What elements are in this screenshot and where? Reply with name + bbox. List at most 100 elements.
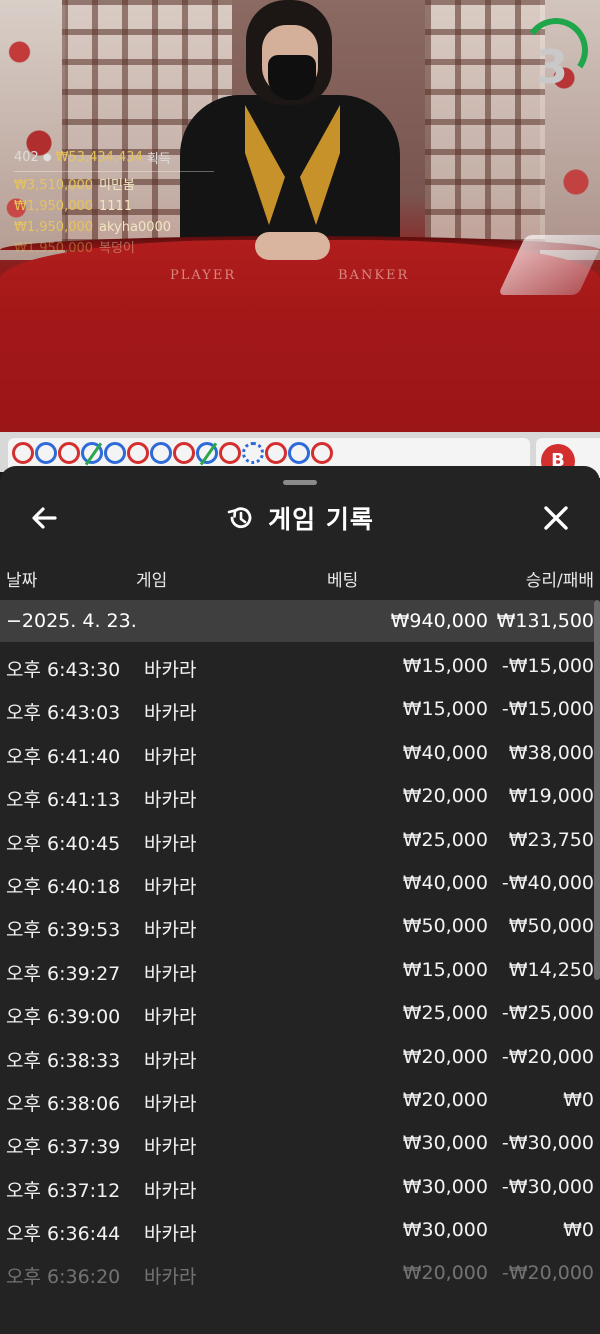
winner-row: ₩1,950,000 복덩이 — [14, 238, 214, 259]
row-bet: ₩40,000 — [402, 871, 488, 894]
bead-player-tie — [196, 442, 218, 464]
winner-row: ₩1,950,000 akyha0000 — [14, 217, 214, 238]
row-time: 오후 6:40:45 — [6, 832, 121, 855]
winner-name: akyha0000 — [99, 220, 172, 235]
winner-amount: ₩1,950,000 — [14, 220, 94, 235]
live-dealer-video: PLAYER BANKER 402 ● ₩53,434,434 획득 ₩3,51… — [0, 0, 600, 432]
date-group-header[interactable]: −2025. 4. 23. ₩940,000 ₩131,500 — [0, 600, 594, 642]
history-row[interactable]: 오후 6:40:45 바카라 ₩25,000 ₩23,750 — [0, 818, 594, 861]
row-bet: ₩20,000 — [402, 1088, 488, 1111]
row-result: -₩20,000 — [501, 1045, 594, 1068]
row-bet: ₩20,000 — [402, 785, 488, 808]
winner-row: ₩3,510,000 미민봄 — [14, 175, 214, 196]
winners-overlay: 402 ● ₩53,434,434 획득 ₩3,510,000 미민봄 ₩1,95… — [14, 148, 214, 259]
row-time: 오후 6:43:30 — [6, 659, 121, 681]
row-result: -₩15,000 — [501, 698, 594, 721]
row-result: ₩0 — [563, 1088, 594, 1111]
bead-player — [288, 442, 310, 464]
total-winnings: ₩53,434,434 — [55, 150, 143, 165]
winner-amount: ₩1,950,000 — [14, 199, 94, 214]
history-row[interactable]: 오후 6:43:30 바카라 ₩15,000 -₩15,000 — [0, 644, 594, 687]
row-bet: ₩40,000 — [402, 741, 488, 764]
column-header-result: 승리/패배 — [525, 571, 594, 591]
bead-player — [104, 442, 126, 464]
close-button[interactable] — [536, 498, 576, 538]
row-game: 바카라 — [144, 789, 197, 812]
history-row[interactable]: 오후 6:38:33 바카라 ₩20,000 -₩20,000 — [0, 1035, 594, 1078]
history-row[interactable]: 오후 6:40:18 바카라 ₩40,000 -₩40,000 — [0, 861, 594, 904]
row-result: ₩14,250 — [508, 958, 594, 981]
row-result: -₩30,000 — [501, 1132, 594, 1155]
row-result: ₩38,000 — [508, 741, 594, 764]
scrollbar[interactable] — [594, 600, 600, 980]
winner-row: ₩1,950,000 1111 — [14, 196, 214, 217]
column-header-date: 날짜 — [6, 571, 38, 591]
history-row[interactable]: 오후 6:39:27 바카라 ₩15,000 ₩14,250 — [0, 948, 594, 991]
winner-name: 복덩이 — [99, 241, 135, 256]
sheet-title: 게임 기록 — [268, 505, 374, 534]
row-bet: ₩30,000 — [402, 1219, 488, 1242]
row-game: 바카라 — [144, 919, 197, 942]
felt-label-banker: BANKER — [338, 268, 410, 283]
row-bet: ₩20,000 — [402, 1045, 488, 1068]
row-time: 오후 6:39:00 — [6, 1006, 121, 1029]
date-group-label: −2025. 4. 23. — [6, 610, 137, 632]
history-row[interactable]: 오후 6:36:44 바카라 ₩30,000 ₩0 — [0, 1208, 594, 1251]
row-result: ₩23,750 — [508, 828, 594, 851]
dealer-hands — [255, 232, 330, 260]
row-bet: ₩25,000 — [402, 1002, 488, 1025]
row-bet: ₩20,000 — [402, 1262, 488, 1285]
row-time: 오후 6:43:03 — [6, 702, 121, 725]
row-bet: ₩15,000 — [402, 698, 488, 721]
row-game: 바카라 — [144, 1179, 197, 1202]
history-row[interactable]: 오후 6:39:53 바카라 ₩50,000 ₩50,000 — [0, 904, 594, 947]
row-result: -₩20,000 — [501, 1262, 594, 1285]
row-time: 오후 6:41:13 — [6, 789, 121, 812]
date-group-bet-total: ₩940,000 — [390, 610, 488, 632]
table-header: 날짜 게임 베팅 승리/패배 — [0, 566, 600, 594]
row-game: 바카라 — [144, 1092, 197, 1115]
winner-amount: ₩3,510,000 — [14, 178, 94, 193]
history-row[interactable]: 오후 6:38:06 바카라 ₩20,000 ₩0 — [0, 1078, 594, 1121]
row-game: 바카라 — [144, 1136, 197, 1159]
row-bet: ₩50,000 — [402, 915, 488, 938]
row-result: -₩25,000 — [501, 1002, 594, 1025]
winner-name: 1111 — [99, 199, 133, 214]
history-row[interactable]: 오후 6:39:00 바카라 ₩25,000 -₩25,000 — [0, 991, 594, 1034]
row-time: 오후 6:37:39 — [6, 1136, 121, 1159]
row-result: ₩19,000 — [508, 785, 594, 808]
column-header-game: 게임 — [136, 571, 168, 591]
winner-name: 미민봄 — [99, 178, 135, 193]
row-game: 바카라 — [144, 832, 197, 855]
sheet-drag-handle[interactable] — [283, 480, 317, 485]
history-row[interactable]: 오후 6:36:20 바카라 ₩20,000 -₩20,000 — [0, 1251, 594, 1294]
overlay-divider — [14, 171, 214, 172]
history-icon — [227, 507, 252, 529]
history-row[interactable]: 오후 6:41:40 바카라 ₩40,000 ₩38,000 — [0, 731, 594, 774]
history-row[interactable]: 오후 6:37:12 바카라 ₩30,000 -₩30,000 — [0, 1165, 594, 1208]
sheet-title-group: 게임 기록 — [0, 494, 600, 542]
arrow-left-icon — [32, 507, 57, 529]
row-game: 바카라 — [144, 1223, 197, 1246]
bead-banker — [311, 442, 333, 464]
back-button[interactable] — [26, 498, 62, 538]
history-row[interactable]: 오후 6:37:39 바카라 ₩30,000 -₩30,000 — [0, 1121, 594, 1164]
row-time: 오후 6:39:53 — [6, 919, 121, 942]
row-result: -₩40,000 — [501, 871, 594, 894]
row-bet: ₩15,000 — [402, 958, 488, 981]
row-bet: ₩30,000 — [402, 1175, 488, 1198]
row-game: 바카라 — [144, 659, 197, 681]
row-time: 오후 6:39:27 — [6, 962, 121, 985]
row-result: ₩0 — [563, 1219, 594, 1242]
row-game: 바카라 — [144, 1266, 197, 1289]
history-row[interactable]: 오후 6:43:03 바카라 ₩15,000 -₩15,000 — [0, 687, 594, 730]
bead-player — [150, 442, 172, 464]
row-time: 오후 6:38:06 — [6, 1092, 121, 1115]
date-group-result-total: ₩131,500 — [496, 610, 594, 632]
history-row[interactable]: 오후 6:41:13 바카라 ₩20,000 ₩19,000 — [0, 774, 594, 817]
row-time: 오후 6:37:12 — [6, 1179, 121, 1202]
bead-banker — [219, 442, 241, 464]
bead-player — [35, 442, 57, 464]
person-icon: ● — [42, 152, 52, 163]
game-history-sheet: 게임 기록 날짜 게임 베팅 승리/패배 −2025. 4. 23. ₩940,… — [0, 466, 600, 1334]
